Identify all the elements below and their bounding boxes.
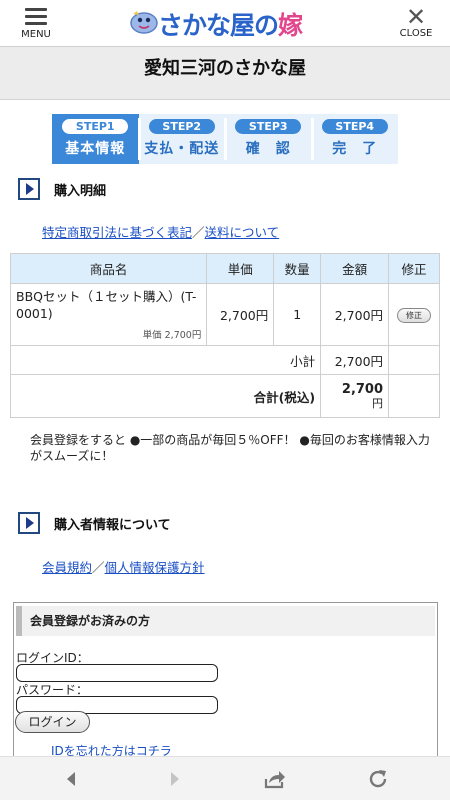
item-name: BBQセット（１セット購入）(T-0001) [16, 289, 197, 321]
purchase-section-heading: 購入明細 [18, 178, 106, 200]
shop-title: 愛知三河のさかな屋 [144, 58, 306, 79]
subtotal-row: 小計 2,700円 [9, 345, 440, 375]
hamburger-icon [25, 8, 47, 25]
column-header: 商品名 [9, 253, 208, 284]
login-heading-bar: 会員登録がお済みの方 [16, 606, 435, 636]
step-name: 基本情報 [65, 141, 126, 157]
item-quantity: 1 [273, 283, 322, 346]
total-value: 2,700 円 [341, 382, 384, 411]
fish-mascot-icon [130, 11, 158, 34]
logo[interactable]: さかな屋の嫁 [128, 4, 328, 40]
column-header: 数量 [273, 253, 322, 284]
unit-price-note: 単価 2,700円 [142, 330, 202, 341]
login-id-field[interactable] [16, 664, 218, 682]
item-cell: BBQセット（１セット購入）(T-0001) 単価 2,700円 [9, 283, 208, 346]
section-title: 購入明細 [54, 183, 107, 199]
close-button[interactable]: ✕ CLOSE [394, 3, 438, 44]
top-bar: MENU さかな屋の嫁 ✕ CLOSE [0, 0, 450, 46]
total-label: 合計(税込) [9, 374, 322, 418]
shop-title-bar: 愛知三河のさかな屋 [0, 46, 450, 100]
section-arrow-icon [18, 512, 40, 534]
step-4: STEP4 完 了 [311, 114, 398, 164]
forward-arrow-icon[interactable] [162, 767, 186, 791]
purchase-links: 特定商取引法に基づく表記／送料について [42, 225, 280, 240]
login-button[interactable]: ログイン [15, 711, 90, 733]
back-arrow-icon[interactable] [60, 767, 84, 791]
cart-header-row: 商品名 単価 数量 金額 修正 [9, 253, 440, 284]
login-heading: 会員登録がお済みの方 [30, 614, 151, 628]
menu-button[interactable]: MENU [14, 6, 58, 44]
step-name: 完 了 [332, 141, 378, 157]
buyer-links: 会員規約／個人情報保護方針 [42, 560, 205, 575]
shipping-link[interactable]: 送料について [205, 225, 280, 240]
step-badge: STEP4 [321, 119, 388, 134]
step-2: STEP2 支払・配送 [138, 114, 227, 164]
item-amount: 2,700円 [320, 283, 390, 346]
column-header: 修正 [388, 253, 440, 284]
edit-button[interactable]: 修正 [397, 308, 432, 323]
step-3: STEP3 確 認 [225, 114, 314, 164]
step-badge: STEP1 [62, 119, 129, 134]
cart-table: 商品名 単価 数量 金額 修正 BBQセット（１セット購入）(T-0001) 単… [9, 253, 440, 418]
step-name: 確 認 [245, 141, 291, 157]
member-benefit-note: 会員登録をすると ●一部の商品が毎回５％OFF！ ●毎回のお客様情報入力がスムー… [30, 433, 430, 463]
menu-label: MENU [21, 29, 51, 40]
step-badge: STEP3 [235, 119, 302, 134]
column-header: 金額 [320, 253, 390, 284]
subtotal-label: 小計 [9, 345, 322, 375]
buyer-section-heading: 購入者情報について [18, 512, 171, 534]
edit-cell: 修正 [388, 283, 440, 346]
reload-icon[interactable] [366, 767, 390, 791]
section-title: 購入者情報について [54, 517, 171, 533]
logo-text: さかな屋の嫁 [158, 11, 303, 40]
step-1: STEP1 基本情報 [52, 114, 141, 164]
member-terms-link[interactable]: 会員規約 [42, 560, 92, 575]
step-badge: STEP2 [148, 119, 215, 134]
commerce-law-link[interactable]: 特定商取引法に基づく表記 [42, 225, 192, 240]
close-label: CLOSE [399, 28, 433, 39]
total-value-cell: 2,700 円 [320, 374, 390, 418]
step-name: 支払・配送 [144, 141, 220, 157]
privacy-policy-link[interactable]: 個人情報保護方針 [105, 560, 205, 575]
share-icon[interactable] [263, 767, 287, 791]
section-arrow-icon [18, 178, 40, 200]
item-price: 2,700円 [206, 283, 275, 346]
column-header: 単価 [206, 253, 275, 284]
close-icon: ✕ [405, 3, 427, 31]
table-row: BBQセット（１セット購入）(T-0001) 単価 2,700円 2,700円 … [9, 283, 440, 346]
checkout-steps: STEP1 基本情報 STEP2 支払・配送 STEP3 確 認 STEP4 完… [52, 114, 398, 164]
subtotal-value: 2,700円 [320, 345, 390, 375]
browser-nav-bar [0, 756, 450, 800]
total-row: 合計(税込) 2,700 円 [9, 374, 440, 418]
